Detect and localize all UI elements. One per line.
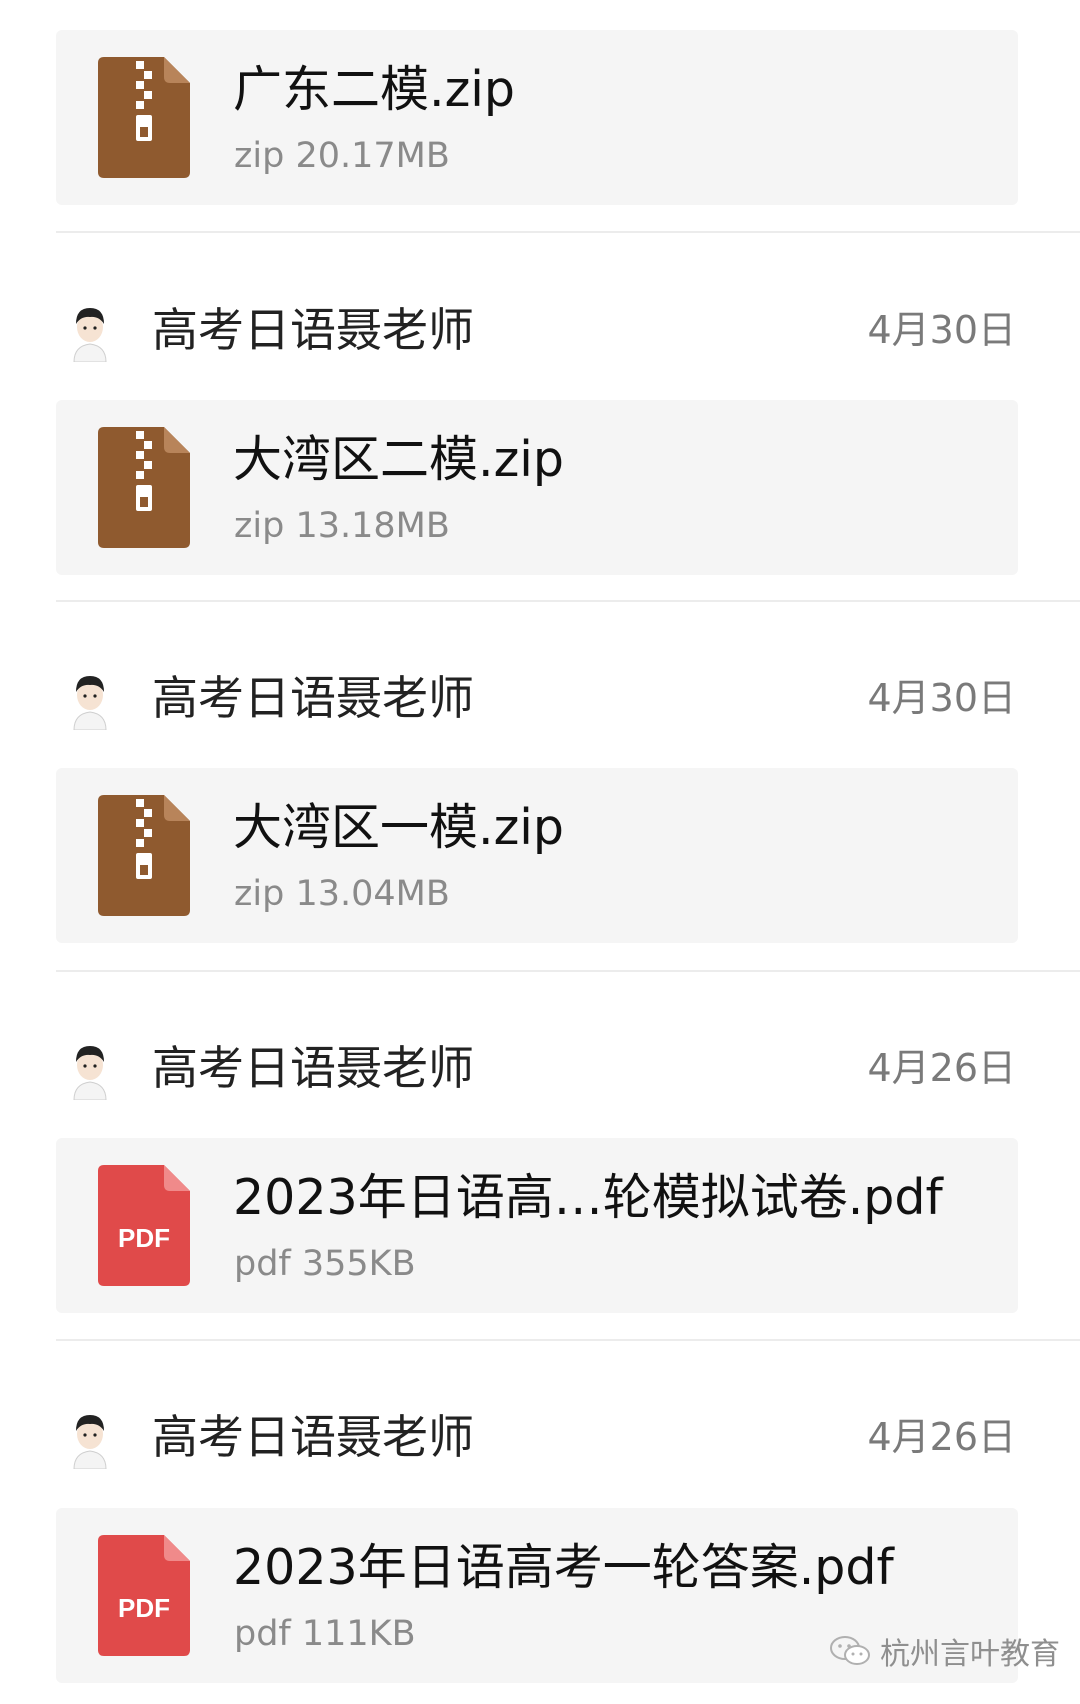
divider: [56, 1339, 1080, 1341]
pdf-icon-label: PDF: [118, 1223, 170, 1253]
sender-name: 高考日语聂老师: [152, 303, 474, 357]
avatar[interactable]: [64, 1407, 116, 1469]
avatar[interactable]: [64, 668, 116, 730]
avatar[interactable]: [64, 300, 116, 362]
file-meta: zip 13.18MB: [234, 506, 450, 546]
zip-file-icon: [98, 795, 190, 916]
divider: [56, 231, 1080, 233]
file-meta: pdf 355KB: [234, 1244, 416, 1284]
sender-name: 高考日语聂老师: [152, 671, 474, 725]
pdf-icon-label: PDF: [118, 1593, 170, 1623]
pdf-file-icon: PDF: [98, 1165, 190, 1286]
file-name: 大湾区二模.zip: [233, 431, 565, 488]
sender-row: 高考日语聂老师 4月26日: [0, 1397, 1080, 1487]
divider: [56, 970, 1080, 972]
zip-file-icon: [98, 427, 190, 548]
file-name: 2023年日语高…轮模拟试卷.pdf: [233, 1169, 943, 1226]
watermark: 杭州言叶教育: [828, 1628, 1060, 1674]
zip-file-icon: [98, 57, 190, 178]
file-card[interactable]: 大湾区一模.zip zip 13.04MB: [56, 768, 1018, 943]
file-name: 广东二模.zip: [233, 61, 516, 118]
file-meta: pdf 111KB: [234, 1614, 416, 1654]
sender-row: 高考日语聂老师 4月26日: [0, 1028, 1080, 1118]
file-card[interactable]: 大湾区二模.zip zip 13.18MB: [56, 400, 1018, 575]
avatar[interactable]: [64, 1038, 116, 1100]
file-name: 大湾区一模.zip: [233, 799, 565, 856]
sender-row: 高考日语聂老师 4月30日: [0, 658, 1080, 748]
sender-row: 高考日语聂老师 4月30日: [0, 290, 1080, 380]
message-date: 4月26日: [867, 1415, 1016, 1459]
message-date: 4月30日: [867, 308, 1016, 352]
sender-name: 高考日语聂老师: [152, 1410, 474, 1464]
message-date: 4月30日: [867, 676, 1016, 720]
divider: [56, 600, 1080, 602]
message-date: 4月26日: [867, 1046, 1016, 1090]
file-card[interactable]: PDF 2023年日语高…轮模拟试卷.pdf pdf 355KB: [56, 1138, 1018, 1313]
file-name: 2023年日语高考一轮答案.pdf: [233, 1539, 894, 1596]
file-meta: zip 20.17MB: [234, 136, 450, 176]
watermark-text: 杭州言叶教育: [880, 1637, 1060, 1672]
file-meta: zip 13.04MB: [234, 874, 450, 914]
pdf-file-icon: PDF: [98, 1535, 190, 1656]
file-card[interactable]: 广东二模.zip zip 20.17MB: [56, 30, 1018, 205]
wechat-logo-icon: [830, 1636, 870, 1665]
sender-name: 高考日语聂老师: [152, 1041, 474, 1095]
